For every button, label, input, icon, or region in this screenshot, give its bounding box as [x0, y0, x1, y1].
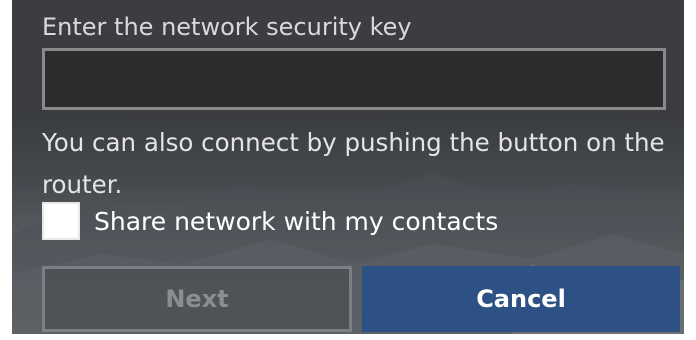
security-key-label: Enter the network security key	[42, 13, 412, 41]
next-button[interactable]: Next	[42, 266, 352, 332]
share-network-label[interactable]: Share network with my contacts	[94, 207, 498, 236]
share-network-checkbox[interactable]	[42, 202, 80, 240]
cancel-button[interactable]: Cancel	[362, 266, 680, 332]
network-key-dialog: Enter the network security key You can a…	[12, 0, 684, 334]
security-key-input[interactable]	[42, 48, 666, 110]
wps-hint-text: You can also connect by pushing the butt…	[42, 128, 665, 199]
share-network-option[interactable]: Share network with my contacts	[42, 200, 498, 242]
